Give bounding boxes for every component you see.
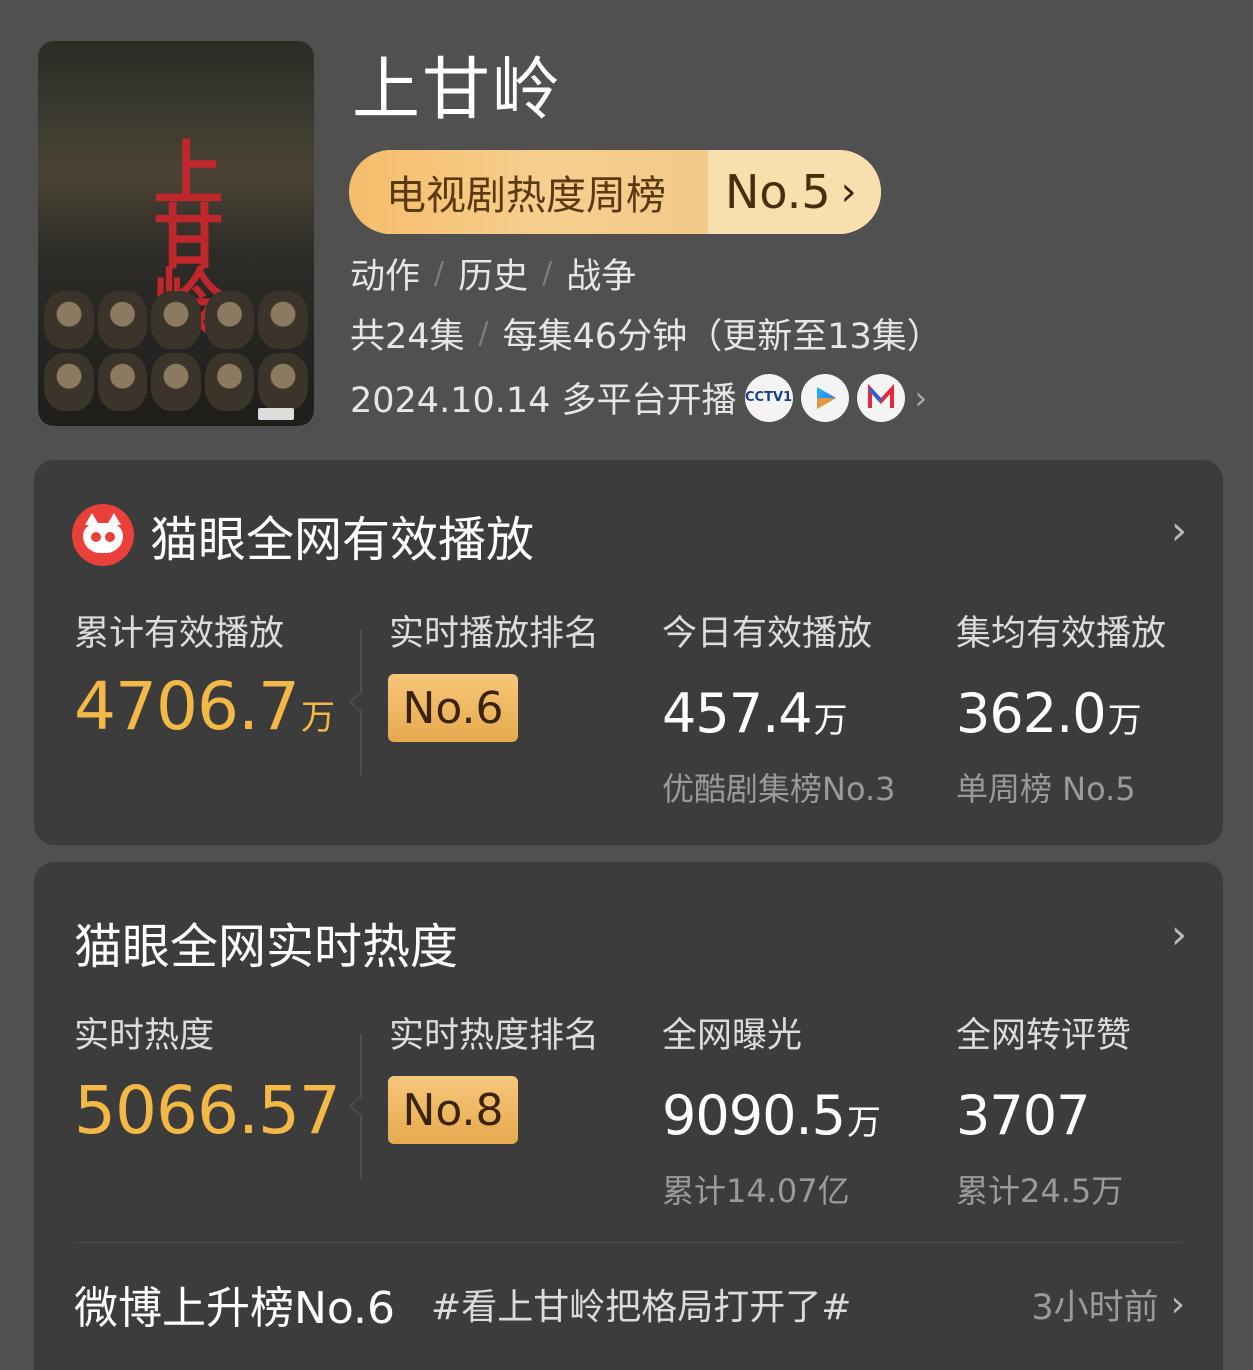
poster-channel-logo bbox=[258, 408, 294, 420]
youku-icon bbox=[800, 373, 849, 422]
card-title: 猫眼全网有效播放 bbox=[150, 512, 535, 568]
divider bbox=[74, 1242, 1183, 1243]
realtime-rank-badge: No.6 bbox=[388, 674, 518, 742]
realtime-heat-card[interactable]: 猫眼全网实时热度 › 实时热度 5066.57 实时热度排名 No.8 全网曝光… bbox=[34, 862, 1223, 1370]
today-playback-label: 今日有效播放 bbox=[662, 614, 873, 654]
separator: / bbox=[434, 256, 445, 291]
separator: / bbox=[478, 316, 489, 351]
engagement-sub: 累计24.5万 bbox=[956, 1172, 1124, 1210]
drama-title: 上甘岭 bbox=[352, 51, 563, 130]
cumulative-playback-label: 累计有效播放 bbox=[74, 614, 285, 654]
today-playback-sub: 优酷剧集榜No.3 bbox=[662, 770, 896, 808]
weibo-time: 3小时前 › bbox=[1031, 1283, 1185, 1328]
episode-duration: 每集46分钟（更新至13集） bbox=[502, 317, 942, 357]
episode-info: 共24集 / 每集46分钟（更新至13集） bbox=[350, 308, 942, 359]
drama-poster[interactable]: 上甘岭 bbox=[38, 41, 314, 426]
engagement-label: 全网转评赞 bbox=[956, 1016, 1132, 1056]
engagement-value: 3707 bbox=[956, 1084, 1090, 1147]
episode-count: 共24集 bbox=[350, 317, 465, 357]
card-title: 猫眼全网实时热度 bbox=[74, 919, 459, 975]
divider bbox=[349, 630, 369, 775]
mgtv-icon bbox=[856, 373, 905, 422]
per-episode-sub: 单周榜 No.5 bbox=[956, 770, 1136, 808]
release-date: 2024.10.14 多平台开播 bbox=[350, 381, 737, 421]
realtime-heat-value: 5066.57 bbox=[74, 1072, 341, 1149]
genre-tag[interactable]: 战争 bbox=[566, 248, 636, 299]
effective-playback-card[interactable]: 猫眼全网有效播放 › 累计有效播放 4706.7万 实时播放排名 No.6 今日… bbox=[34, 460, 1223, 845]
chevron-right-icon[interactable]: › bbox=[1171, 508, 1187, 554]
weekly-rank-value: No.5 bbox=[725, 165, 831, 219]
genre-tag[interactable]: 历史 bbox=[458, 248, 528, 299]
weekly-rank-label: 电视剧热度周榜 bbox=[349, 150, 708, 234]
exposure-label: 全网曝光 bbox=[662, 1016, 803, 1056]
realtime-heat-label: 实时热度 bbox=[74, 1016, 215, 1056]
per-episode-label: 集均有效播放 bbox=[956, 614, 1167, 654]
realtime-rank-label: 实时播放排名 bbox=[389, 614, 600, 654]
poster-cast-grid bbox=[38, 291, 314, 411]
weibo-rank: 微博上升榜No.6 bbox=[74, 1283, 396, 1334]
weibo-hashtag[interactable]: #看上甘岭把格局打开了# bbox=[431, 1278, 851, 1330]
exposure-sub: 累计14.07亿 bbox=[662, 1172, 850, 1210]
chevron-right-icon: › bbox=[840, 169, 857, 215]
chevron-right-icon[interactable]: › bbox=[1171, 912, 1187, 958]
weekly-rank-value-area: No.5 › bbox=[708, 150, 881, 234]
genre-list: 动作 / 历史 / 战争 bbox=[350, 248, 636, 299]
weekly-rank-pill[interactable]: 电视剧热度周榜 No.5 › bbox=[349, 150, 881, 234]
per-episode-value: 362.0万 bbox=[956, 682, 1142, 745]
exposure-value: 9090.5万 bbox=[662, 1084, 881, 1147]
weibo-trend-row[interactable]: 微博上升榜No.6 #看上甘岭把格局打开了# 3小时前 › bbox=[74, 1274, 1185, 1334]
today-playback-value: 457.4万 bbox=[662, 682, 848, 745]
chevron-right-icon: › bbox=[1170, 1283, 1185, 1325]
card-header: 猫眼全网有效播放 bbox=[72, 500, 534, 570]
cumulative-playback-value: 4706.7万 bbox=[74, 668, 335, 745]
platform-list: CCTV1 bbox=[744, 373, 905, 422]
genre-tag[interactable]: 动作 bbox=[350, 248, 420, 299]
cctv1-icon: CCTV1 bbox=[744, 373, 793, 422]
maoyan-cat-icon bbox=[72, 504, 134, 566]
separator: / bbox=[542, 256, 553, 291]
heat-rank-label: 实时热度排名 bbox=[389, 1016, 600, 1056]
release-info[interactable]: 2024.10.14 多平台开播 CCTV1 › bbox=[350, 372, 927, 423]
chevron-right-icon: › bbox=[914, 378, 928, 417]
divider bbox=[349, 1034, 369, 1179]
heat-rank-badge: No.8 bbox=[388, 1076, 518, 1144]
